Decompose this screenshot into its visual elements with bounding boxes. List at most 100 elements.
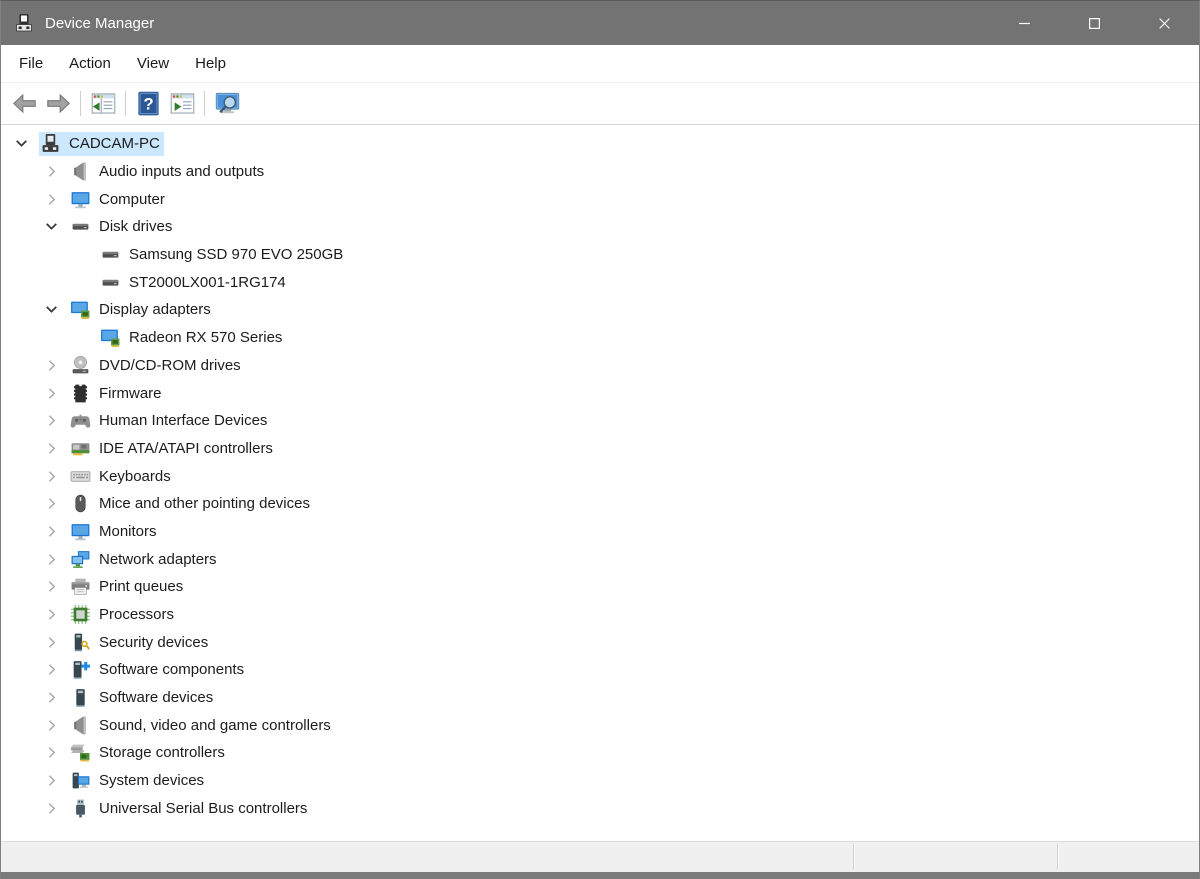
- tree-item-content[interactable]: Sound, video and game controllers: [69, 713, 335, 737]
- tree-item-content[interactable]: Print queues: [69, 575, 187, 599]
- back-button[interactable]: [7, 88, 41, 120]
- tree-item[interactable]: Sound, video and game controllers: [1, 711, 1199, 739]
- chevron-right-icon[interactable]: [43, 800, 61, 817]
- chevron-down-icon[interactable]: [43, 218, 61, 235]
- tree-item[interactable]: System devices: [1, 767, 1199, 795]
- status-section: [1058, 842, 1199, 872]
- chevron-right-icon[interactable]: [43, 551, 61, 568]
- chevron-right-icon[interactable]: [43, 634, 61, 651]
- chevron-right-icon[interactable]: [43, 717, 61, 734]
- tree-item[interactable]: Computer: [1, 185, 1199, 213]
- menu-file[interactable]: File: [6, 49, 56, 78]
- chevron-right-icon[interactable]: [43, 385, 61, 402]
- monitor-icon: [69, 189, 91, 210]
- tree-item-label: Firmware: [99, 384, 162, 402]
- chevron-right-icon[interactable]: [43, 468, 61, 485]
- toolbar-separator: [204, 91, 205, 116]
- chevron-right-icon[interactable]: [43, 163, 61, 180]
- chevron-down-icon[interactable]: [13, 135, 31, 152]
- tree-item-content[interactable]: Software components: [69, 658, 248, 682]
- tree-item[interactable]: Print queues: [1, 573, 1199, 601]
- toolbar-separator: [80, 91, 81, 116]
- tree-item-content-selected[interactable]: CADCAM-PC: [39, 131, 164, 156]
- speaker-icon: [69, 715, 91, 736]
- tree-item-content[interactable]: Universal Serial Bus controllers: [69, 796, 311, 820]
- tree-item-content[interactable]: Audio inputs and outputs: [69, 160, 268, 184]
- tree-item-content[interactable]: Computer: [69, 187, 169, 211]
- chevron-down-icon[interactable]: [43, 301, 61, 318]
- tree-item-content[interactable]: Disk drives: [69, 215, 176, 239]
- tree-item[interactable]: Samsung SSD 970 EVO 250GB: [1, 241, 1199, 269]
- tree-item[interactable]: Keyboards: [1, 462, 1199, 490]
- tree-item-content[interactable]: Security devices: [69, 630, 212, 654]
- tree-item[interactable]: DVD/CD-ROM drives: [1, 352, 1199, 380]
- firmware-chip-icon: [69, 383, 91, 404]
- menu-action[interactable]: Action: [56, 49, 124, 78]
- properties-button[interactable]: [165, 88, 199, 120]
- window-controls: [989, 1, 1199, 45]
- tree-item-content[interactable]: Keyboards: [69, 464, 175, 488]
- tree-item-content[interactable]: Firmware: [69, 381, 166, 405]
- tree-item[interactable]: IDE ATA/ATAPI controllers: [1, 435, 1199, 463]
- tree-item[interactable]: Software devices: [1, 684, 1199, 712]
- chevron-right-icon[interactable]: [43, 495, 61, 512]
- forward-button[interactable]: [41, 88, 75, 120]
- tree-item[interactable]: Security devices: [1, 628, 1199, 656]
- menu-view[interactable]: View: [124, 49, 182, 78]
- tree-item[interactable]: CADCAM-PC: [1, 130, 1199, 158]
- status-section: [1, 842, 853, 872]
- chevron-right-icon[interactable]: [43, 357, 61, 374]
- chevron-right-icon[interactable]: [43, 412, 61, 429]
- chevron-right-icon[interactable]: [43, 772, 61, 789]
- tree-item[interactable]: Software components: [1, 656, 1199, 684]
- tree-item-label: System devices: [99, 772, 205, 790]
- maximize-button[interactable]: [1059, 1, 1129, 45]
- chevron-right-icon[interactable]: [43, 440, 61, 457]
- tree-item[interactable]: Human Interface Devices: [1, 407, 1199, 435]
- device-tree[interactable]: CADCAM-PC Audio inputs and outputs Compute…: [1, 125, 1199, 841]
- device-manager-icon: [14, 13, 34, 33]
- tree-item[interactable]: Monitors: [1, 518, 1199, 546]
- toolbar: ?: [1, 83, 1199, 125]
- tree-item[interactable]: Storage controllers: [1, 739, 1199, 767]
- tree-item-content[interactable]: System devices: [69, 769, 208, 793]
- tree-item[interactable]: Network adapters: [1, 545, 1199, 573]
- tree-item-content[interactable]: Storage controllers: [69, 741, 229, 765]
- tree-item[interactable]: Audio inputs and outputs: [1, 158, 1199, 186]
- tree-item[interactable]: Display adapters: [1, 296, 1199, 324]
- tree-item-content[interactable]: Monitors: [69, 519, 161, 543]
- chevron-right-icon[interactable]: [43, 578, 61, 595]
- tree-item-content[interactable]: Network adapters: [69, 547, 221, 571]
- tree-item[interactable]: Firmware: [1, 379, 1199, 407]
- chevron-right-icon[interactable]: [43, 689, 61, 706]
- tree-item-content[interactable]: DVD/CD-ROM drives: [69, 353, 245, 377]
- tree-item-content[interactable]: Human Interface Devices: [69, 409, 271, 433]
- chevron-right-icon[interactable]: [43, 606, 61, 623]
- tree-item[interactable]: ST2000LX001-1RG174: [1, 268, 1199, 296]
- close-button[interactable]: [1129, 1, 1199, 45]
- tree-item[interactable]: Processors: [1, 601, 1199, 629]
- tree-item-content[interactable]: IDE ATA/ATAPI controllers: [69, 436, 277, 460]
- tree-item[interactable]: Disk drives: [1, 213, 1199, 241]
- scan-hardware-changes-button[interactable]: [210, 88, 244, 120]
- help-button[interactable]: ?: [131, 88, 165, 120]
- tree-item-content[interactable]: ST2000LX001-1RG174: [99, 270, 290, 294]
- chevron-right-icon[interactable]: [43, 744, 61, 761]
- chevron-right-icon[interactable]: [43, 523, 61, 540]
- disk-drive-icon: [99, 272, 121, 293]
- tree-item[interactable]: Radeon RX 570 Series: [1, 324, 1199, 352]
- tree-item-content[interactable]: Processors: [69, 603, 178, 627]
- tree-item-content[interactable]: Samsung SSD 970 EVO 250GB: [99, 243, 347, 267]
- chevron-right-icon[interactable]: [43, 661, 61, 678]
- tree-item-content[interactable]: Display adapters: [69, 298, 215, 322]
- tree-item[interactable]: Universal Serial Bus controllers: [1, 795, 1199, 823]
- show-console-tree-button[interactable]: [86, 88, 120, 120]
- minimize-button[interactable]: [989, 1, 1059, 45]
- menu-help[interactable]: Help: [182, 49, 239, 78]
- tree-item-content[interactable]: Mice and other pointing devices: [69, 492, 314, 516]
- tree-item[interactable]: Mice and other pointing devices: [1, 490, 1199, 518]
- tree-item-content[interactable]: Software devices: [69, 686, 217, 710]
- chevron-right-icon[interactable]: [43, 191, 61, 208]
- tree-item-content[interactable]: Radeon RX 570 Series: [99, 326, 286, 350]
- gamepad-icon: [69, 410, 91, 431]
